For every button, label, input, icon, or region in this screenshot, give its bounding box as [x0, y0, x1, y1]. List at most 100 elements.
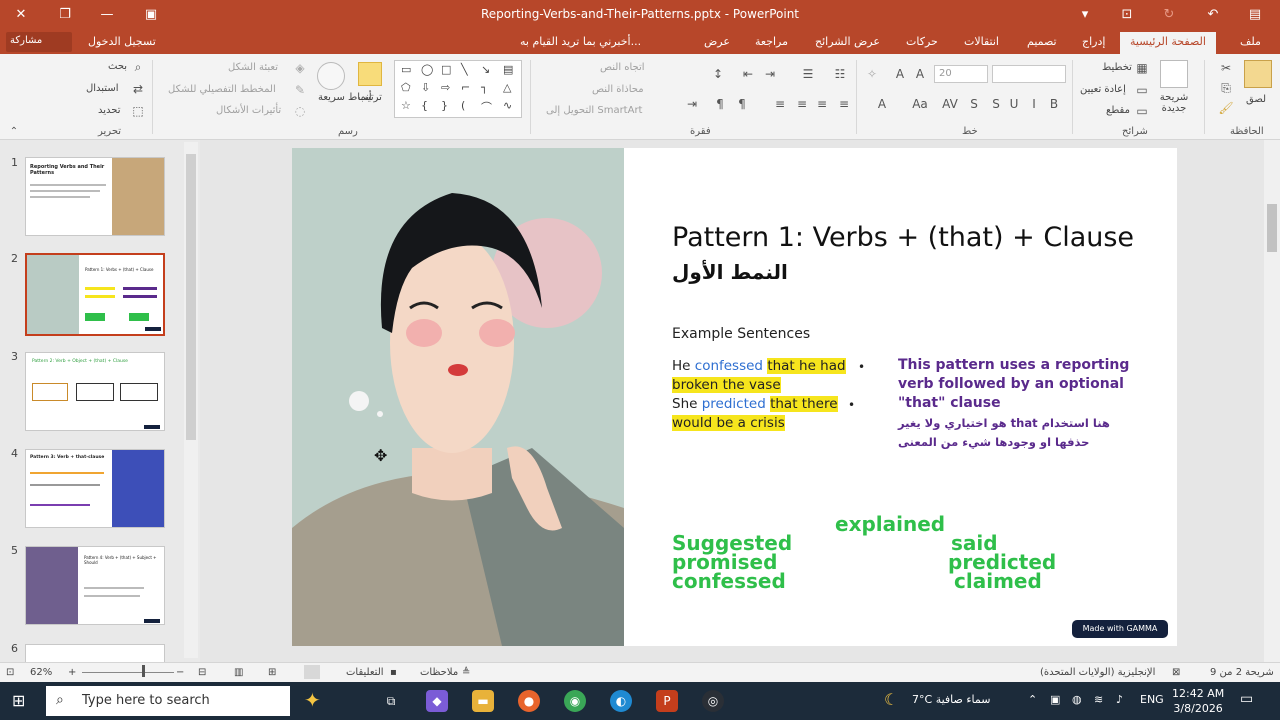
replace-icon[interactable]: ⇄ — [130, 81, 146, 97]
copilot-app-icon[interactable]: ◆ — [426, 690, 448, 712]
increase-indent-icon[interactable]: ⇥ — [762, 66, 778, 82]
powerpoint-icon[interactable]: P — [656, 690, 678, 712]
replace-button[interactable]: استبدال — [86, 83, 119, 94]
thumbnail-scroll-thumb[interactable] — [186, 154, 196, 440]
arrange-button[interactable]: ترتيب — [358, 92, 382, 103]
zoom-in-icon[interactable]: + — [68, 667, 76, 678]
fit-slide-icon[interactable]: ⊡ — [6, 667, 14, 678]
case-icon[interactable]: Aa — [912, 96, 928, 112]
example-sentence-1[interactable]: He confessed that he had — [672, 358, 846, 374]
textbox-icon[interactable]: ▤ — [503, 63, 513, 76]
wifi-icon[interactable]: ≋ — [1094, 693, 1103, 706]
note-line-3[interactable]: "that" clause — [898, 395, 1001, 411]
customize-qat-icon[interactable]: ▾ — [1074, 5, 1096, 25]
brace-icon[interactable]: ( — [461, 99, 465, 112]
language-indicator[interactable]: الإنجليزية (الولايات المتحدة) — [1040, 667, 1155, 678]
spacing-icon[interactable]: AV — [942, 96, 958, 112]
zoom-slider-thumb[interactable] — [142, 665, 145, 677]
font-name-box[interactable] — [992, 65, 1066, 83]
arrange-icon[interactable] — [358, 62, 382, 86]
align-right-icon[interactable]: ≡ — [794, 96, 810, 112]
effects-icon[interactable]: ◌ — [292, 103, 308, 119]
rectangle-icon[interactable]: ▭ — [401, 63, 411, 76]
collapse-ribbon-icon[interactable]: ⌃ — [6, 124, 22, 140]
elbow-icon[interactable]: ┐ — [481, 81, 488, 94]
triangle-icon[interactable]: △ — [503, 81, 511, 94]
decrease-font-icon[interactable]: A — [892, 66, 908, 82]
strikethrough-icon[interactable]: S — [988, 96, 1004, 112]
shadow-icon[interactable]: S — [966, 96, 982, 112]
search-icon[interactable]: ⌕ — [130, 59, 146, 75]
decrease-indent-icon[interactable]: ⇤ — [740, 66, 756, 82]
file-explorer-icon[interactable]: ▬ — [472, 690, 494, 712]
underline-icon[interactable]: U — [1006, 96, 1022, 112]
reset-icon[interactable]: ▭ — [1134, 82, 1150, 98]
example-sentence-1-cont[interactable]: broken the vase — [672, 377, 781, 393]
star-icon[interactable]: ☆ — [401, 99, 411, 112]
arc-icon[interactable]: ⌒ — [481, 99, 492, 115]
paint-bucket-icon[interactable]: ◈ — [292, 60, 308, 76]
layout-icon[interactable]: ▦ — [1134, 60, 1150, 76]
find-button[interactable]: بحث — [108, 61, 127, 72]
increase-font-icon[interactable]: A — [912, 66, 928, 82]
share-button[interactable]: مشاركة — [6, 32, 72, 52]
brace-left-icon[interactable]: { — [421, 99, 428, 112]
notes-button[interactable]: ملاحظات — [420, 667, 458, 678]
tab-animations[interactable]: حركات — [906, 35, 938, 48]
taskbar-clock[interactable]: 12:42 AM 3/8/2026 — [1172, 686, 1224, 716]
select-icon[interactable]: ⬚ — [130, 103, 146, 119]
tab-home[interactable]: الصفحة الرئيسية — [1120, 32, 1216, 54]
close-icon[interactable]: ✕ — [10, 5, 32, 25]
align-center-icon[interactable]: ≡ — [814, 96, 830, 112]
tab-transitions[interactable]: انتقالات — [964, 35, 999, 48]
bullets-icon[interactable]: ☷ — [832, 66, 848, 82]
shapes-gallery[interactable]: ▭ ◯ □ ╲ ↘ ▤ ⬠ ⇩ ⇨ ⌐ ┐ △ ☆ { } ( ⌒ ∿ — [394, 60, 522, 118]
slide-title[interactable]: Pattern 1: Verbs + (that) + Clause — [672, 222, 1134, 253]
shape-effects-button[interactable]: تأثيرات الأشكال — [216, 105, 281, 116]
clear-format-icon[interactable]: ✧ — [864, 66, 880, 82]
firefox-icon[interactable]: ● — [518, 690, 540, 712]
paste-button[interactable]: لصق — [1246, 94, 1266, 105]
verb-word-explained[interactable]: explained — [835, 514, 945, 534]
examples-heading[interactable]: Example Sentences — [672, 326, 810, 342]
spelling-icon[interactable]: ⊠ — [1172, 667, 1180, 678]
windows-start-icon[interactable]: ⊞ — [12, 691, 25, 710]
slide-scrollbar[interactable] — [1264, 140, 1280, 662]
shape-fill-button[interactable]: تعبئة الشكل — [228, 62, 278, 73]
quick-styles-icon[interactable] — [317, 62, 345, 90]
oval-icon[interactable]: ◯ — [421, 63, 433, 76]
text-direction-button[interactable]: اتجاه النص — [600, 62, 645, 73]
smartart-button[interactable]: التحويل إلى SmartArt — [546, 105, 642, 116]
ribbon-display-icon[interactable]: ▣ — [140, 5, 162, 25]
tab-design[interactable]: تصميم — [1027, 35, 1057, 48]
zoom-out-icon[interactable]: − — [176, 667, 184, 678]
align-left-icon[interactable]: ≡ — [836, 96, 852, 112]
note-arabic-1[interactable]: هنا استخدام that هو اختياري ولا يغير — [898, 416, 1110, 430]
restore-icon[interactable]: ❐ — [54, 5, 76, 25]
minimize-icon[interactable]: — — [96, 5, 118, 25]
format-painter-icon[interactable]: 🖌 — [1218, 100, 1234, 116]
new-slide-button[interactable]: شريحة جديدة — [1152, 92, 1196, 114]
shape-outline-button[interactable]: المخطط التفصيلي للشكل — [168, 84, 276, 95]
align-text-button[interactable]: محاذاة النص — [592, 84, 644, 95]
tab-file[interactable]: ملف — [1240, 35, 1261, 48]
zoom-level[interactable]: 62% — [30, 667, 52, 678]
down-arrow-icon[interactable]: ⇩ — [421, 81, 430, 94]
edge-icon[interactable]: ◐ — [610, 690, 632, 712]
font-size-box[interactable]: 20 — [934, 65, 988, 83]
new-slide-icon[interactable] — [1160, 60, 1188, 88]
slide-scroll-thumb[interactable] — [1267, 204, 1277, 252]
arrow-line-icon[interactable]: ↘ — [481, 63, 490, 76]
layout-button[interactable]: تخطيط — [1102, 62, 1132, 73]
slide-thumbnail-6[interactable] — [25, 644, 165, 662]
example-sentence-2-cont[interactable]: would be a crisis — [672, 415, 785, 431]
slide-thumbnail-1[interactable]: Reporting Verbs and Their Patterns — [25, 157, 165, 236]
note-arabic-2[interactable]: حذفها او وجودها شيء من المعنى — [898, 435, 1089, 449]
comments-icon[interactable]: ▪ — [390, 667, 397, 678]
italic-icon[interactable]: I — [1026, 96, 1042, 112]
reading-view-icon[interactable]: ▥ — [234, 667, 243, 678]
right-arrow-icon[interactable]: ⇨ — [441, 81, 450, 94]
font-color-icon[interactable]: A — [874, 96, 890, 112]
undo-icon[interactable]: ↶ — [1202, 5, 1224, 25]
moon-weather-icon[interactable]: ☾ — [884, 690, 898, 709]
